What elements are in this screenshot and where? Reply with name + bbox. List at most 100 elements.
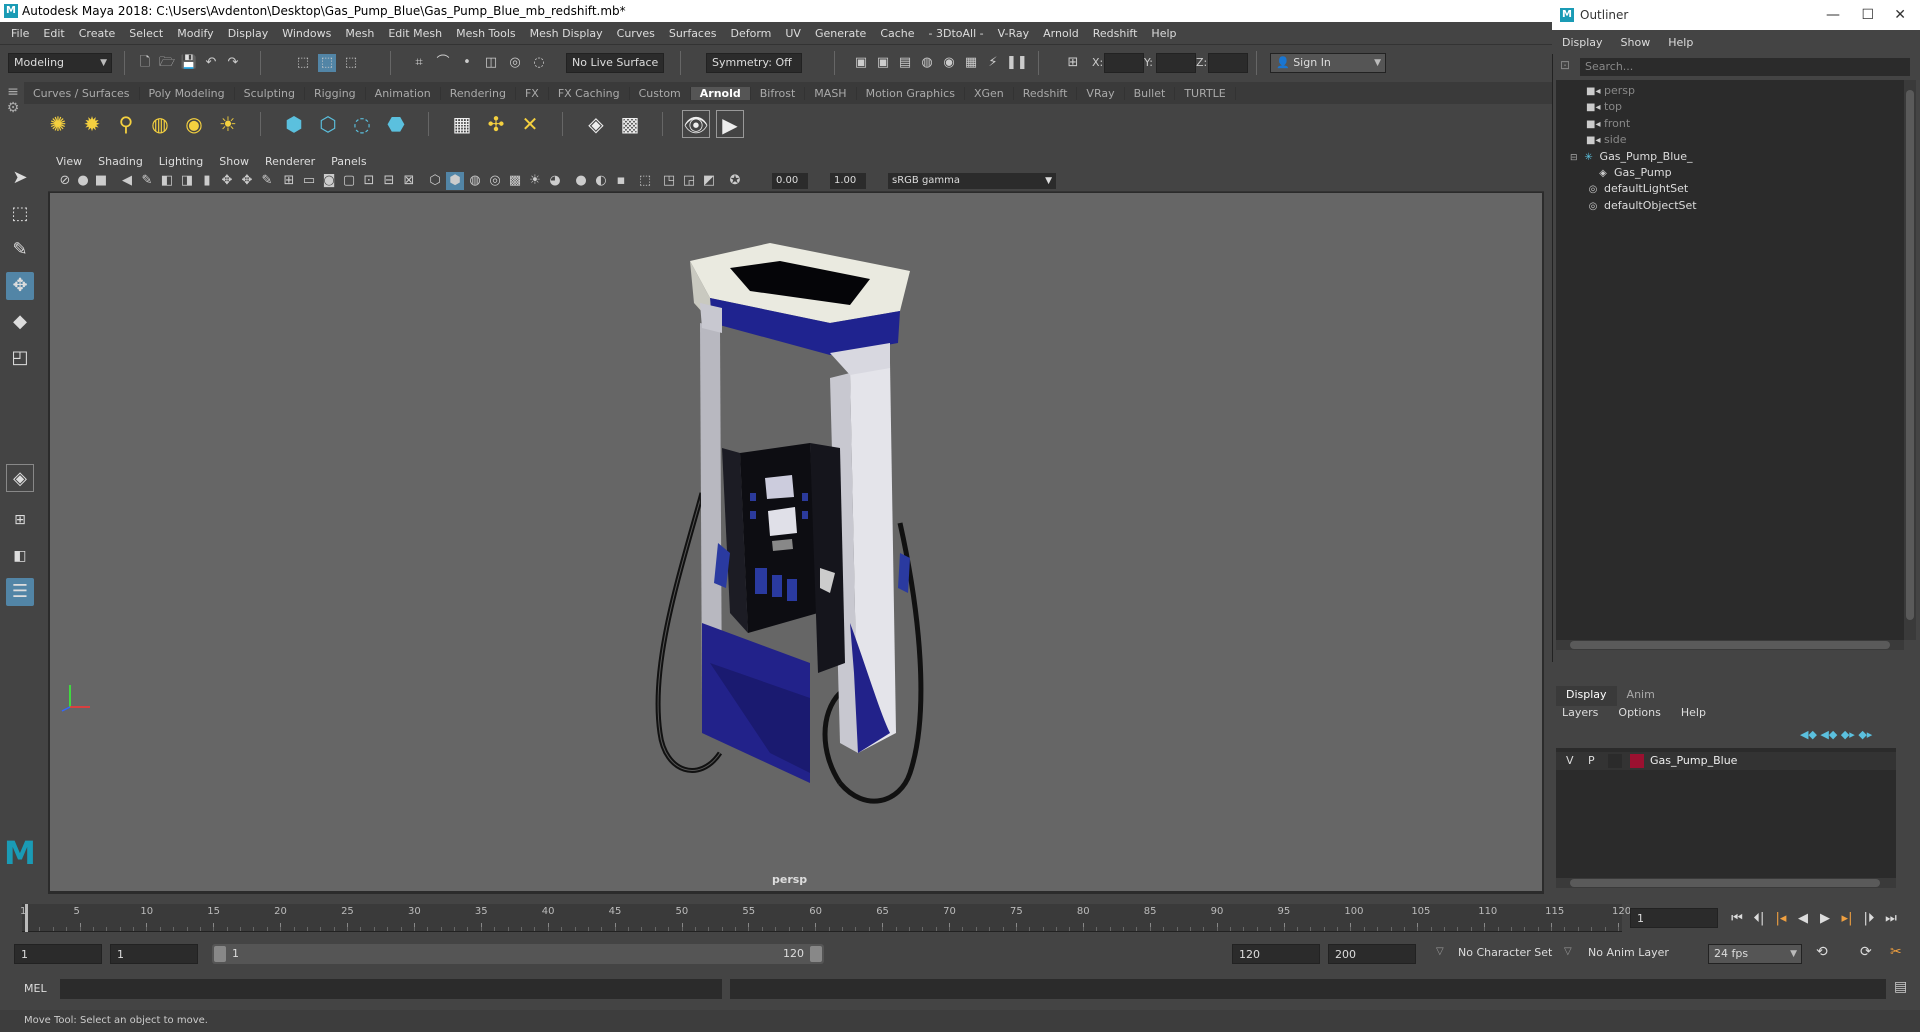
arnold-area-light-icon[interactable]: ✺	[44, 110, 72, 138]
gamma-field[interactable]: 1.00	[830, 173, 866, 189]
layer-row[interactable]: V P Gas_Pump_Blue	[1556, 752, 1896, 770]
brush-icon[interactable]: ✎	[258, 172, 276, 190]
isolate-icon[interactable]: ▮	[198, 172, 216, 190]
render-setup-icon[interactable]: ▦	[962, 54, 980, 72]
symmetry-dropdown[interactable]: Symmetry: Off	[706, 53, 802, 73]
exposure-field[interactable]: 0.00	[772, 173, 808, 189]
auto-key-icon[interactable]: ⟳	[1860, 944, 1872, 960]
current-frame-field[interactable]: 1	[1630, 908, 1718, 928]
sign-in-button[interactable]: 👤 Sign In ▼	[1270, 53, 1386, 73]
perspective-outliner-layout-icon[interactable]: ◧	[6, 542, 34, 570]
textured-icon[interactable]: ▩	[506, 172, 524, 190]
layer-tab[interactable]: Display	[1556, 686, 1617, 706]
color-space-dropdown[interactable]: sRGB gamma ▼	[888, 173, 1056, 189]
redo-icon[interactable]: ↷	[224, 54, 242, 72]
gate-mask-icon[interactable]: ▢	[340, 172, 358, 190]
layer-display-type-toggle[interactable]	[1608, 754, 1622, 768]
menu-item[interactable]: File	[11, 27, 29, 40]
menu-item[interactable]: Surfaces	[669, 27, 717, 40]
layer-menu-item[interactable]: Layers	[1556, 706, 1598, 719]
loop-icon[interactable]: ⟲	[1816, 944, 1828, 960]
viewport-menu-item[interactable]: Show	[219, 155, 249, 168]
field-chart-icon[interactable]: ⊡	[360, 172, 378, 190]
menu-item[interactable]: Arnold	[1043, 27, 1079, 40]
snap-vertex-icon[interactable]: ◌	[530, 54, 548, 72]
menu-item[interactable]: Deform	[730, 27, 771, 40]
xray-active-icon[interactable]: ◲	[680, 172, 698, 190]
shelf-tab[interactable]: Animation	[366, 86, 441, 100]
image-plane-icon[interactable]: ●	[74, 172, 92, 190]
use-all-lights-icon[interactable]: ☀	[526, 172, 544, 190]
shelf-tab[interactable]: Bifrost	[751, 86, 806, 100]
light-editor-icon[interactable]: ⚡	[984, 54, 1002, 72]
outliner-item[interactable]: ⊟ ✳ Gas_Pump_Blue_	[1570, 150, 1693, 163]
layer-menu-item[interactable]: Help	[1675, 706, 1706, 719]
menu-item[interactable]: Edit	[43, 27, 64, 40]
outliner-item[interactable]: ■◂ front	[1586, 117, 1630, 130]
motion-blur-icon[interactable]: ◐	[592, 172, 610, 190]
range-slider[interactable]: 1 120	[212, 944, 824, 964]
backface-culling-icon[interactable]: ◩	[700, 172, 718, 190]
wireframe-icon[interactable]: ⬡	[426, 172, 444, 190]
isolate-select-icon[interactable]: ⬚	[636, 172, 654, 190]
xray-icon[interactable]: ✥	[218, 172, 236, 190]
select-tool-icon[interactable]: ➤	[6, 164, 34, 192]
expand-toggle-icon[interactable]: ⊟	[1570, 153, 1578, 163]
lasso-tool-icon[interactable]: ⬚	[6, 200, 34, 228]
layer-tab[interactable]: Anim	[1617, 686, 1665, 706]
exposure-icon[interactable]: ✪	[726, 172, 744, 190]
playback-start-field[interactable]: 1	[110, 944, 198, 964]
arnold-mesh-light-icon[interactable]: ✹	[78, 110, 106, 138]
viewport-menu-item[interactable]: Shading	[98, 155, 143, 168]
arnold-photometric-light-icon[interactable]: ⚲	[112, 110, 140, 138]
menu-item[interactable]: Redshift	[1093, 27, 1138, 40]
shelf-tab[interactable]: FX Caching	[549, 86, 630, 100]
single-perspective-layout-icon[interactable]: ◈	[6, 464, 34, 492]
bookmark-icon[interactable]: ◀	[118, 172, 136, 190]
smooth-shade-icon[interactable]: ⬢	[446, 172, 464, 190]
character-set-dropdown[interactable]: No Character Set	[1458, 946, 1552, 959]
shelf-tab[interactable]: Rendering	[441, 86, 516, 100]
move-layer-down-icon[interactable]: ◀◆	[1820, 728, 1840, 741]
layer-color-swatch[interactable]	[1630, 754, 1644, 768]
mode-dropdown[interactable]: Modeling ▼	[8, 53, 112, 73]
move-layer-up-icon[interactable]: ◀◆	[1800, 728, 1820, 741]
viewport-menu-item[interactable]: Panels	[331, 155, 366, 168]
render-settings-icon[interactable]: ▤	[896, 54, 914, 72]
menu-item[interactable]: UV	[785, 27, 801, 40]
step-forward-key-icon[interactable]: |⏵	[1858, 911, 1880, 926]
layer-horizontal-scrollbar[interactable]	[1556, 878, 1896, 888]
menu-item[interactable]: V-Ray	[998, 27, 1030, 40]
shelf-tab[interactable]: FX	[516, 86, 549, 100]
menu-item[interactable]: Mesh Tools	[456, 27, 516, 40]
render-view-shelf-icon[interactable]: 👁	[682, 110, 710, 138]
outliner-layout-icon[interactable]: ☰	[6, 578, 34, 606]
viewport-menu-item[interactable]: Lighting	[159, 155, 203, 168]
viewport-menu-item[interactable]: Renderer	[265, 155, 315, 168]
screen-space-ao-icon[interactable]: ●	[572, 172, 590, 190]
outliner-item[interactable]: ■◂ side	[1586, 133, 1627, 146]
camera-bookmark-icon[interactable]: ◧	[158, 172, 176, 190]
render-view-icon[interactable]: ◉	[940, 54, 958, 72]
menu-item[interactable]: Windows	[282, 27, 331, 40]
arnold-volume-icon[interactable]: ⬡	[314, 110, 342, 138]
outliner-vertical-scrollbar[interactable]	[1904, 80, 1916, 640]
live-surface-field[interactable]: No Live Surface	[566, 53, 664, 73]
shelf-options-icon[interactable]: ≡ ⚙	[4, 84, 22, 144]
anim-layer-dropdown[interactable]: No Anim Layer	[1588, 946, 1669, 959]
animation-end-field[interactable]: 200	[1328, 944, 1416, 964]
transform-mode-icon[interactable]: ⊞	[1064, 54, 1082, 72]
outliner-item[interactable]: ■◂ persp	[1586, 84, 1635, 97]
shelf-tab[interactable]: Bullet	[1125, 86, 1176, 100]
shelf-tab[interactable]: MASH	[805, 86, 857, 100]
four-view-layout-icon[interactable]: ⊞	[6, 506, 34, 534]
step-back-frame-icon[interactable]: |◂	[1770, 911, 1792, 926]
grease-pencil-icon[interactable]: ✎	[138, 172, 156, 190]
range-start-handle[interactable]	[214, 946, 226, 962]
rotate-tool-icon[interactable]: ◆	[6, 308, 34, 336]
arnold-texture-icon[interactable]: ▦	[448, 110, 476, 138]
shelf-tab[interactable]: TURTLE	[1175, 86, 1236, 100]
snap-point-icon[interactable]: •	[458, 54, 476, 72]
outliner-menu-item[interactable]: Display	[1562, 36, 1603, 49]
shelf-tab[interactable]: Curves / Surfaces	[24, 86, 140, 100]
